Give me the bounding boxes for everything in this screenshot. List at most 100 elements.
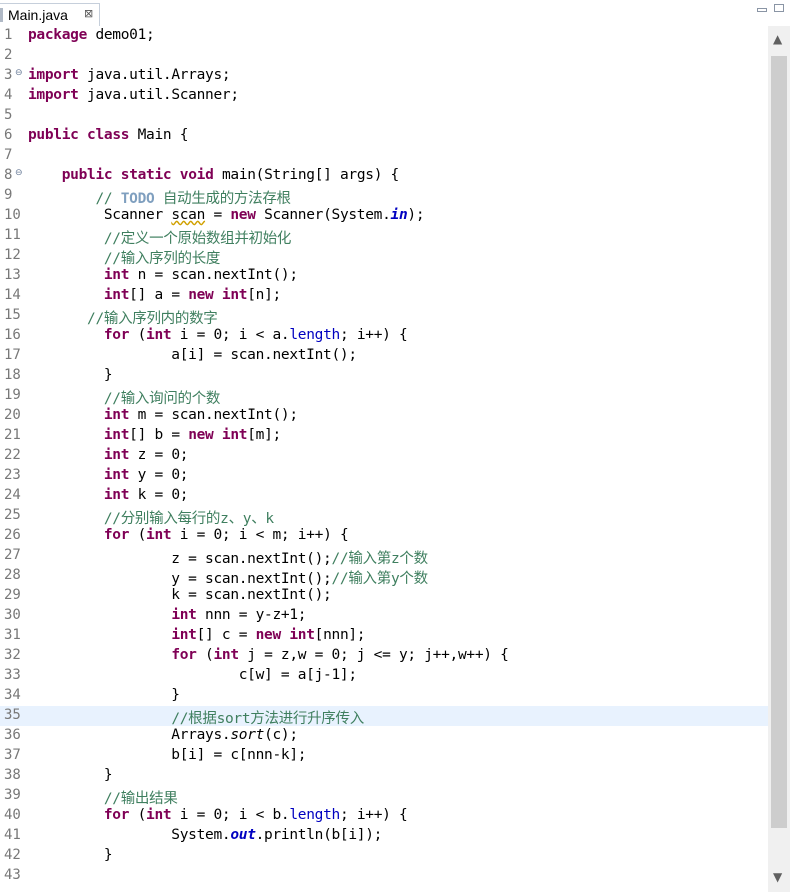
line-number: 11	[4, 227, 21, 243]
fold-toggle-icon[interactable]: ⊖	[15, 68, 23, 78]
code-text: }	[28, 847, 113, 863]
code-line[interactable]: 30 int nnn = y-z+1;	[0, 606, 768, 626]
code-text: }	[28, 767, 113, 783]
code-line[interactable]: 6 public class Main {	[0, 126, 768, 146]
line-number: 30	[4, 607, 21, 623]
code-line[interactable]: 39 //输出结果	[0, 786, 768, 807]
code-line[interactable]: 15 //输入序列内的数字	[0, 306, 768, 327]
code-line[interactable]: 41 System.out.println(b[i]);	[0, 826, 768, 846]
code-line[interactable]: 19 //输入询问的个数	[0, 386, 768, 407]
line-number: 12	[4, 247, 21, 263]
code-text: y = scan.nextInt();//输入第y个数	[28, 571, 428, 587]
line-number: 28	[4, 567, 21, 583]
line-number: 8	[4, 167, 13, 183]
code-line[interactable]: 36 Arrays.sort(c);	[0, 726, 768, 746]
code-line[interactable]: 42 }	[0, 846, 768, 866]
code-line[interactable]: 24 int k = 0;	[0, 486, 768, 506]
code-line[interactable]: 3 ⊖ import java.util.Arrays;	[0, 66, 768, 86]
line-number: 41	[4, 827, 21, 843]
code-text: for (int j = z,w = 0; j <= y; j++,w++) {	[171, 647, 509, 663]
code-line[interactable]: 35 //根据sort方法进行升序传入	[0, 706, 768, 727]
code-line[interactable]: 18 }	[0, 366, 768, 386]
fold-toggle-icon[interactable]: ⊖	[15, 168, 23, 178]
code-text: //定义一个原始数组并初始化	[103, 231, 292, 247]
code-text: import java.util.Arrays;	[28, 67, 231, 83]
code-text: z = scan.nextInt();//输入第z个数	[28, 551, 428, 567]
code-line[interactable]: 38 }	[0, 766, 768, 786]
line-number: 17	[4, 347, 21, 363]
line-number: 6	[4, 127, 13, 143]
code-line[interactable]: 2	[0, 46, 768, 66]
code-line[interactable]: 31 int[] c = new int[nnn];	[0, 626, 768, 646]
scroll-down-icon[interactable]: ▼	[773, 870, 782, 884]
line-number: 19	[4, 387, 21, 403]
line-number: 34	[4, 687, 21, 703]
line-number: 20	[4, 407, 21, 423]
line-number: 32	[4, 647, 21, 663]
code-text: int n = scan.nextInt();	[103, 267, 298, 283]
code-line[interactable]: 4 import java.util.Scanner;	[0, 86, 768, 106]
code-text: int y = 0;	[103, 467, 189, 483]
code-line[interactable]: 5	[0, 106, 768, 126]
code-line[interactable]: 37 b[i] = c[nnn-k];	[0, 746, 768, 766]
code-line[interactable]: 1 package demo01;	[0, 26, 768, 46]
code-text: for (int i = 0; i < m; i++) {	[103, 527, 349, 543]
code-text: for (int i = 0; i < a.length; i++) {	[103, 327, 408, 343]
code-line[interactable]: 23 int y = 0;	[0, 466, 768, 486]
code-line[interactable]: 22 int z = 0;	[0, 446, 768, 466]
maximize-icon[interactable]	[774, 4, 784, 12]
code-text: }	[28, 367, 113, 383]
line-number: 15	[4, 307, 21, 323]
code-line[interactable]: 12 //输入序列的长度	[0, 246, 768, 267]
minimize-icon[interactable]	[757, 8, 767, 12]
vertical-scrollbar[interactable]: ▲ ▼	[768, 26, 790, 892]
code-line[interactable]: 20 int m = scan.nextInt();	[0, 406, 768, 426]
code-text: //输出结果	[103, 791, 178, 807]
code-text: //输入序列的长度	[103, 251, 221, 267]
code-line[interactable]: 26 for (int i = 0; i < m; i++) {	[0, 526, 768, 546]
code-line[interactable]: 17 a[i] = scan.nextInt();	[0, 346, 768, 366]
code-line[interactable]: 13 int n = scan.nextInt();	[0, 266, 768, 286]
code-text: int nnn = y-z+1;	[171, 607, 307, 623]
code-text: }	[28, 687, 180, 703]
line-number: 5	[4, 107, 13, 123]
code-line[interactable]: 7	[0, 146, 768, 166]
code-line[interactable]: 14 int[] a = new int[n];	[0, 286, 768, 306]
line-number: 14	[4, 287, 21, 303]
code-text: a[i] = scan.nextInt();	[28, 347, 357, 363]
code-line[interactable]: 43	[0, 866, 768, 886]
scrollbar-thumb[interactable]	[771, 56, 787, 828]
code-line[interactable]: 29 k = scan.nextInt();	[0, 586, 768, 606]
code-line[interactable]: 9 // TODO 自动生成的方法存根	[0, 186, 768, 207]
line-number: 43	[4, 867, 21, 883]
scroll-up-icon[interactable]: ▲	[773, 32, 782, 46]
code-line[interactable]: 33 c[w] = a[j-1];	[0, 666, 768, 686]
code-line[interactable]: 32 for (int j = z,w = 0; j <= y; j++,w++…	[0, 646, 768, 666]
code-line[interactable]: 34 }	[0, 686, 768, 706]
line-number: 4	[4, 87, 13, 103]
line-number: 27	[4, 547, 21, 563]
code-text: int z = 0;	[103, 447, 189, 463]
code-line[interactable]: 25 //分别输入每行的z、y、k	[0, 506, 768, 527]
code-line[interactable]: 8 ⊖ public static void main(String[] args…	[0, 166, 768, 186]
line-number: 22	[4, 447, 21, 463]
code-line[interactable]: 27 z = scan.nextInt();//输入第z个数	[0, 546, 768, 567]
close-tab-icon[interactable]: ⊠	[84, 7, 93, 20]
code-text: int[] c = new int[nnn];	[171, 627, 366, 643]
code-text: //输入询问的个数	[103, 391, 221, 407]
code-line[interactable]: 16 for (int i = 0; i < a.length; i++) {	[0, 326, 768, 346]
line-number: 25	[4, 507, 21, 523]
code-line[interactable]: 21 int[] b = new int[m];	[0, 426, 768, 446]
code-editor[interactable]: 1 package demo01; 2 3 ⊖ import java.util.Arra…	[0, 26, 768, 892]
code-line[interactable]: 40 for (int i = 0; i < b.length; i++) {	[0, 806, 768, 826]
line-number: 7	[4, 147, 13, 163]
tab-title: Main.java	[8, 7, 68, 23]
editor-tab-bar: Main.java ⊠	[0, 0, 790, 26]
tab-main-java[interactable]: Main.java ⊠	[0, 3, 100, 26]
code-line[interactable]: 28 y = scan.nextInt();//输入第y个数	[0, 566, 768, 587]
code-line[interactable]: 11 //定义一个原始数组并初始化	[0, 226, 768, 247]
code-text: Arrays.sort(c);	[28, 727, 298, 743]
line-number: 9	[4, 187, 13, 203]
code-line[interactable]: 10 Scanner scan = new Scanner(System.in)…	[0, 206, 768, 226]
code-text: int[] a = new int[n];	[103, 287, 281, 303]
